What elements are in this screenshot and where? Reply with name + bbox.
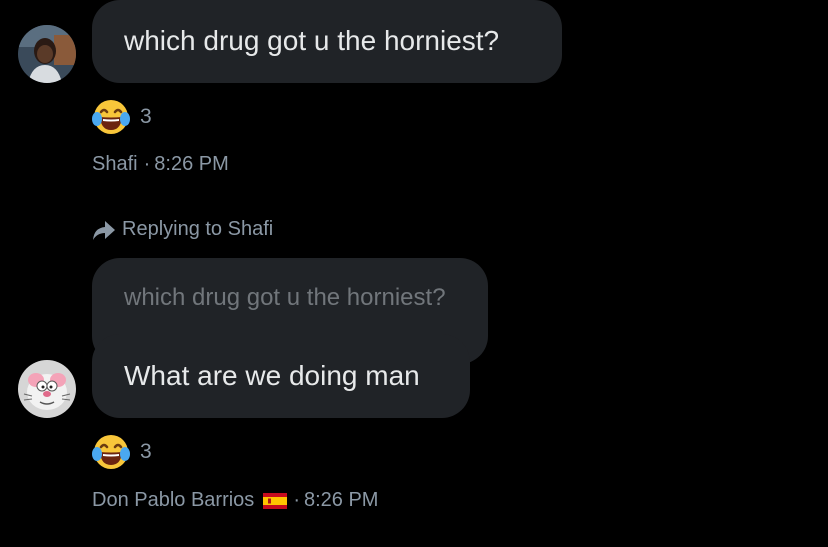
meta-separator: · — [293, 489, 300, 511]
message-meta: Shafi · 8:26 PM — [92, 153, 229, 176]
reaction-badge[interactable]: 3 — [92, 98, 152, 136]
message-meta: Don Pablo Barrios · 8:26 PM — [92, 489, 378, 512]
sender-name[interactable]: Shafi — [92, 153, 138, 176]
reply-label: Replying to Shafi — [122, 218, 274, 240]
timestamp: 8:26 PM — [154, 153, 229, 175]
reaction-count: 3 — [140, 440, 152, 463]
message-bubble-incoming[interactable]: What are we doing man — [92, 334, 470, 418]
reaction-count: 3 — [140, 105, 152, 128]
sender-name[interactable]: Don Pablo Barrios — [92, 489, 254, 512]
message-text: What are we doing man — [124, 360, 420, 391]
laughing-tears-emoji-icon — [92, 435, 130, 469]
spain-flag-icon — [263, 492, 288, 509]
timestamp: 8:26 PM — [303, 489, 379, 511]
reply-indicator[interactable]: Replying to Shafi — [92, 218, 273, 241]
reaction-badge[interactable]: 3 — [92, 433, 152, 471]
laughing-tears-emoji-icon — [92, 100, 130, 134]
avatar-don-pablo[interactable] — [18, 360, 76, 418]
quoted-message-text: which drug got u the horniest? — [124, 284, 446, 311]
reply-arrow-icon — [93, 220, 115, 240]
message-bubble-incoming[interactable]: which drug got u the horniest? — [92, 0, 562, 83]
avatar-pink-panther-image — [18, 360, 76, 418]
avatar-shafi-image — [18, 25, 76, 83]
avatar-shafi[interactable] — [18, 25, 76, 83]
meta-separator: · — [143, 153, 151, 175]
message-text: which drug got u the horniest? — [124, 25, 500, 56]
